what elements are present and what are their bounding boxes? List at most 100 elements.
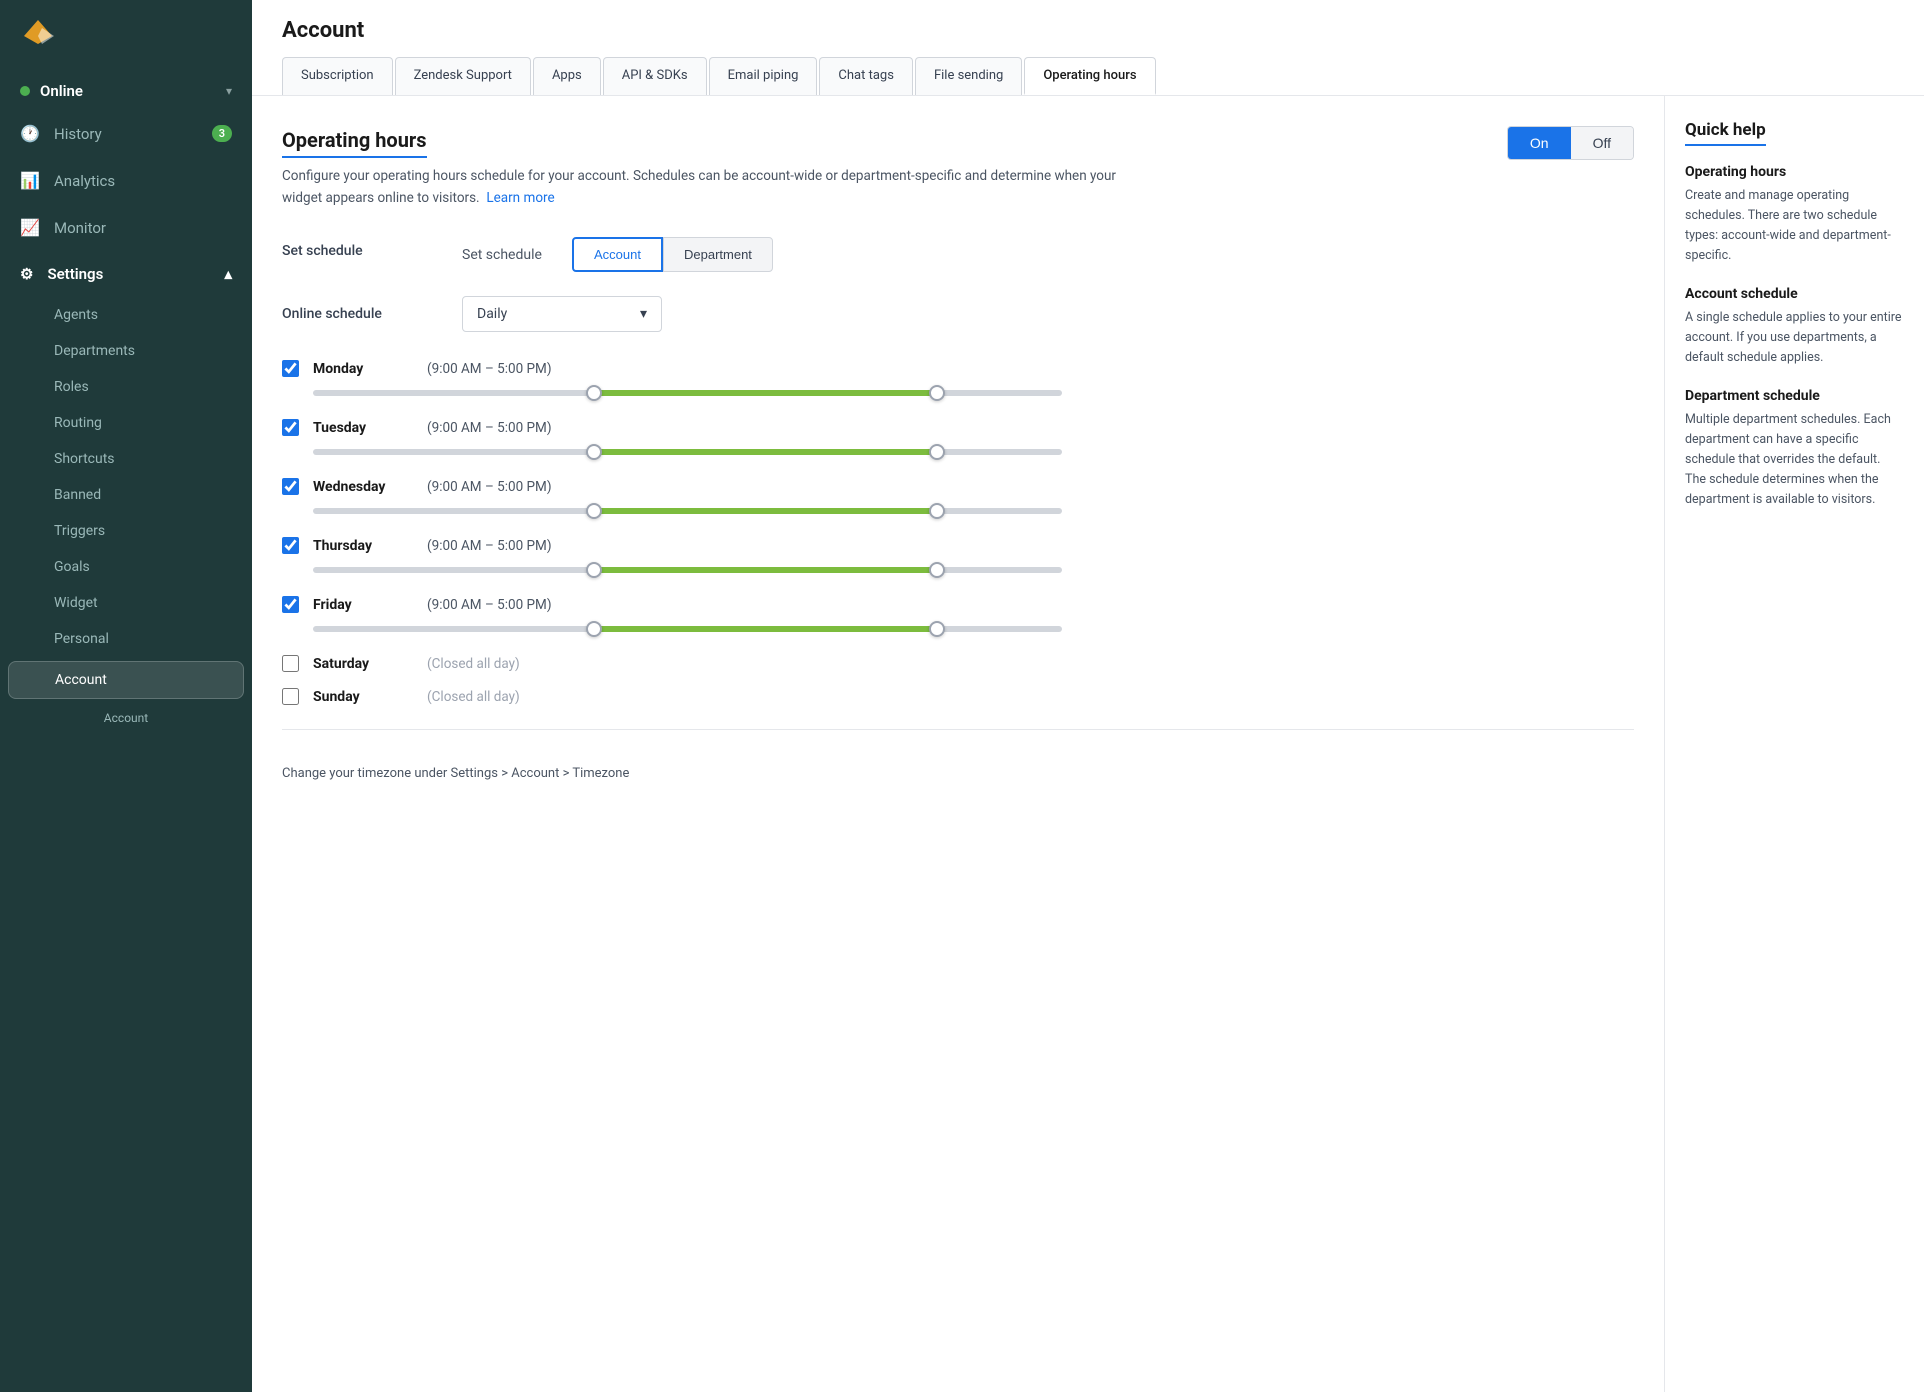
status-label: Online (40, 82, 83, 100)
quick-help-panel: Quick help Operating hours Create and ma… (1664, 96, 1924, 1392)
friday-thumb-right[interactable] (929, 621, 945, 637)
sidebar: Online ▾ 🕐 History 3 📊 Analytics 📈 Monit… (0, 0, 252, 1392)
saturday-checkbox[interactable] (282, 655, 299, 672)
friday-time: (9:00 AM – 5:00 PM) (427, 597, 552, 613)
sidebar-item-monitor[interactable]: 📈 Monitor (0, 204, 252, 251)
friday-thumb-left[interactable] (586, 621, 602, 637)
tuesday-fill (594, 449, 937, 455)
quick-operating-text: Create and manage operating schedules. T… (1685, 186, 1904, 266)
wednesday-slider[interactable] (313, 501, 1062, 521)
quick-section-account: Account schedule A single schedule appli… (1685, 286, 1904, 368)
sidebar-item-shortcuts[interactable]: Shortcuts (0, 441, 252, 477)
sidebar-item-roles[interactable]: Roles (0, 369, 252, 405)
tuesday-thumb-right[interactable] (929, 444, 945, 460)
chevron-down-icon: ▾ (226, 84, 232, 98)
tab-zendesk-support[interactable]: Zendesk Support (395, 57, 531, 95)
sidebar-item-banned[interactable]: Banned (0, 477, 252, 513)
tuesday-checkbox[interactable] (282, 419, 299, 436)
sidebar-item-history[interactable]: 🕐 History 3 (0, 110, 252, 157)
personal-label: Personal (54, 631, 109, 647)
tab-apps[interactable]: Apps (533, 57, 601, 95)
tuesday-label: Tuesday (313, 420, 413, 436)
learn-more-link[interactable]: Learn more (486, 190, 554, 206)
toggle-off-button[interactable]: Off (1571, 127, 1633, 159)
settings-header[interactable]: ⚙ Settings ▴ (0, 251, 252, 297)
monday-label: Monday (313, 361, 413, 377)
saturday-closed: (Closed all day) (427, 656, 520, 672)
account-schedule-button[interactable]: Account (572, 237, 663, 272)
day-top-sunday: Sunday (Closed all day) (282, 688, 1062, 705)
logo-area (0, 0, 252, 72)
triggers-label: Triggers (54, 523, 105, 539)
sidebar-item-triggers[interactable]: Triggers (0, 513, 252, 549)
settings-header-left: ⚙ Settings (20, 265, 103, 283)
sunday-closed: (Closed all day) (427, 689, 520, 705)
friday-checkbox[interactable] (282, 596, 299, 613)
page-title: Account (282, 18, 1894, 43)
day-row-wednesday: Wednesday (9:00 AM – 5:00 PM) (282, 478, 1062, 521)
friday-label: Friday (313, 597, 413, 613)
routing-label: Routing (54, 415, 102, 431)
thursday-thumb-right[interactable] (929, 562, 945, 578)
tab-email-piping[interactable]: Email piping (709, 57, 818, 95)
tab-subscription[interactable]: Subscription (282, 57, 393, 95)
quick-section-operating: Operating hours Create and manage operat… (1685, 164, 1904, 266)
friday-fill (594, 626, 937, 632)
history-icon: 🕐 (20, 124, 40, 143)
footer-label: Account (104, 711, 148, 725)
status-dot-icon (20, 86, 30, 96)
department-schedule-button[interactable]: Department (663, 237, 773, 272)
thursday-checkbox[interactable] (282, 537, 299, 554)
wednesday-thumb-right[interactable] (929, 503, 945, 519)
monday-thumb-right[interactable] (929, 385, 945, 401)
wednesday-thumb-left[interactable] (586, 503, 602, 519)
tab-operating-hours[interactable]: Operating hours (1024, 57, 1155, 95)
day-top-thursday: Thursday (9:00 AM – 5:00 PM) (282, 537, 1062, 554)
day-top-wednesday: Wednesday (9:00 AM – 5:00 PM) (282, 478, 1062, 495)
sidebar-item-analytics[interactable]: 📊 Analytics (0, 157, 252, 204)
sidebar-footer: Account (0, 703, 252, 733)
tab-api-sdks[interactable]: API & SDKs (603, 57, 707, 95)
sidebar-item-agents[interactable]: Agents (0, 297, 252, 333)
tab-chat-tags[interactable]: Chat tags (819, 57, 913, 95)
thursday-slider[interactable] (313, 560, 1062, 580)
thursday-thumb-left[interactable] (586, 562, 602, 578)
sidebar-item-account[interactable]: Account (8, 661, 244, 699)
section-title-row: Operating hours On Off (282, 126, 1634, 160)
sidebar-item-goals[interactable]: Goals (0, 549, 252, 585)
sidebar-item-personal[interactable]: Personal (0, 621, 252, 657)
operating-hours-title: Operating hours (282, 128, 427, 158)
tab-file-sending[interactable]: File sending (915, 57, 1022, 95)
sidebar-item-routing[interactable]: Routing (0, 405, 252, 441)
status-left: Online (20, 82, 83, 100)
sunday-label: Sunday (313, 689, 413, 705)
monday-thumb-left[interactable] (586, 385, 602, 401)
tuesday-slider[interactable] (313, 442, 1062, 462)
settings-label: Settings (47, 265, 103, 283)
toggle-on-button[interactable]: On (1508, 127, 1571, 159)
quick-department-title: Department schedule (1685, 388, 1904, 404)
status-selector[interactable]: Online ▾ (0, 72, 252, 110)
day-row-friday: Friday (9:00 AM – 5:00 PM) (282, 596, 1062, 639)
wednesday-checkbox[interactable] (282, 478, 299, 495)
monday-slider[interactable] (313, 383, 1062, 403)
sunday-checkbox[interactable] (282, 688, 299, 705)
departments-label: Departments (54, 343, 135, 359)
tuesday-thumb-left[interactable] (586, 444, 602, 460)
quick-operating-title: Operating hours (1685, 164, 1904, 180)
history-badge: 3 (212, 125, 232, 142)
main-content: Account Subscription Zendesk Support App… (252, 0, 1924, 1392)
day-top-tuesday: Tuesday (9:00 AM – 5:00 PM) (282, 419, 1062, 436)
friday-slider[interactable] (313, 619, 1062, 639)
sidebar-analytics-label: Analytics (54, 172, 115, 190)
online-schedule-label: Online schedule (282, 306, 422, 322)
online-schedule-dropdown[interactable]: Daily ▾ (462, 296, 662, 332)
sidebar-item-widget[interactable]: Widget (0, 585, 252, 621)
app-logo-icon (20, 18, 56, 54)
wednesday-time: (9:00 AM – 5:00 PM) (427, 479, 552, 495)
analytics-icon: 📊 (20, 171, 40, 190)
sidebar-item-departments[interactable]: Departments (0, 333, 252, 369)
dropdown-value: Daily (477, 306, 507, 322)
settings-panel: Operating hours On Off Configure your op… (252, 96, 1664, 1392)
monday-checkbox[interactable] (282, 360, 299, 377)
